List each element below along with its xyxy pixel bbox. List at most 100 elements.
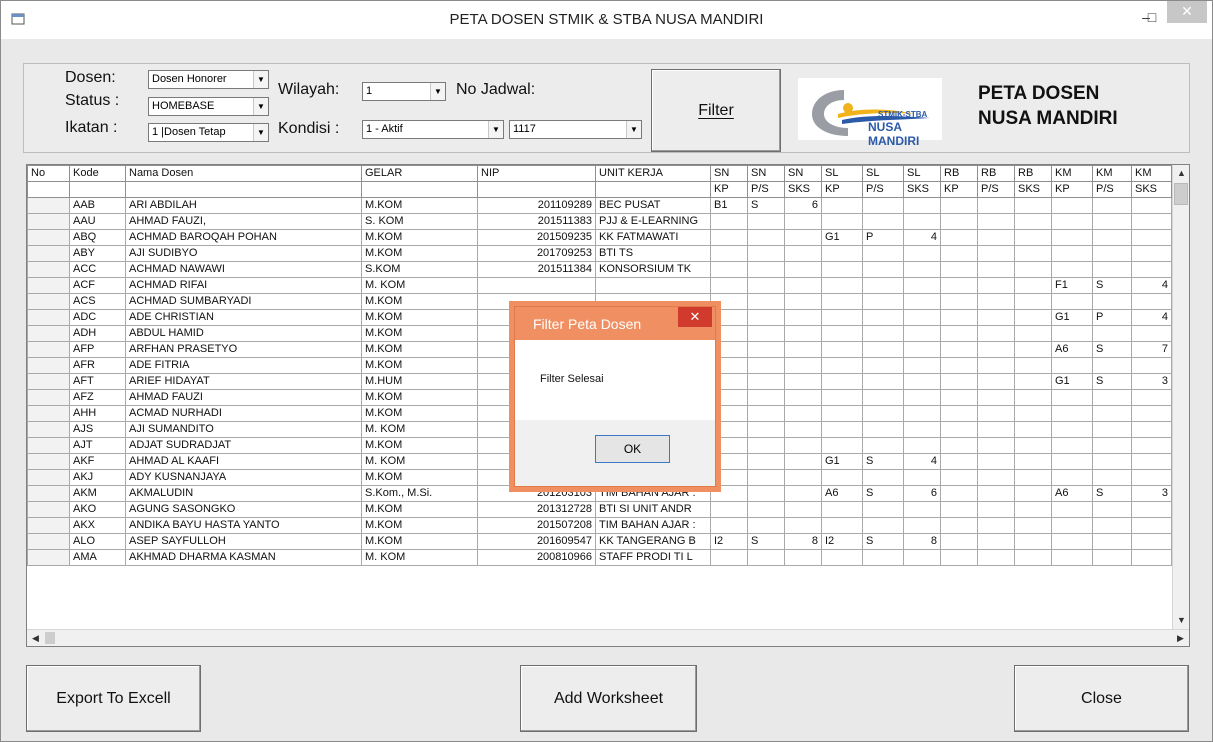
filter-button-label: Filter bbox=[698, 101, 734, 119]
table-cell: M.KOM bbox=[361, 341, 478, 358]
table-cell bbox=[1014, 437, 1052, 454]
table-cell: S.Kom., M.Si. bbox=[361, 485, 478, 502]
table-cell: AGUNG SASONGKO bbox=[125, 501, 362, 518]
table-cell bbox=[903, 277, 941, 294]
dropdown-arrow-icon[interactable]: ▼ bbox=[253, 98, 268, 115]
table-row[interactable]: AMA AKHMAD DHARMA KASMAN M. KOM 200810966 ST… bbox=[27, 549, 1172, 566]
filter-button[interactable]: Filter bbox=[651, 69, 781, 152]
column-header: Nama Dosen bbox=[125, 165, 362, 182]
table-row[interactable]: ACF ACHMAD RIFAI M. KOM F1 S 4 bbox=[27, 277, 1172, 294]
table-cell bbox=[903, 245, 941, 262]
table-cell bbox=[747, 293, 785, 310]
table-cell bbox=[940, 325, 978, 342]
table-cell bbox=[710, 245, 748, 262]
close-button[interactable]: Close bbox=[1014, 665, 1189, 732]
table-cell: AHMAD FAUZI bbox=[125, 389, 362, 406]
dosen-combo[interactable]: Dosen Honorer ▼ bbox=[148, 70, 269, 89]
column-header: GELAR bbox=[361, 165, 478, 182]
table-cell bbox=[784, 309, 822, 326]
table-cell bbox=[903, 213, 941, 230]
table-row[interactable]: AKO AGUNG SASONGKO M.KOM 201312728 BTI SI UN… bbox=[27, 501, 1172, 518]
table-cell: S bbox=[862, 453, 904, 470]
table-cell bbox=[940, 533, 978, 550]
ikatan-combo[interactable]: 1 |Dosen Tetap ▼ bbox=[148, 123, 269, 142]
table-cell bbox=[862, 341, 904, 358]
table-cell bbox=[1092, 245, 1132, 262]
export-to-excel-button[interactable]: Export To Excell bbox=[26, 665, 201, 732]
table-row[interactable]: AKX ANDIKA BAYU HASTA YANTO M.KOM 201507208… bbox=[27, 517, 1172, 534]
table-cell bbox=[862, 389, 904, 406]
table-cell bbox=[1092, 213, 1132, 230]
table-cell: ARIEF HIDAYAT bbox=[125, 373, 362, 390]
table-cell bbox=[862, 469, 904, 486]
table-cell bbox=[1051, 549, 1093, 566]
table-subheader-row[interactable]: KP P/S SKS KP P/S SKS KP P/S SKS KP P/S SKS bbox=[27, 181, 1172, 198]
brand-title: PETA DOSEN NUSA MANDIRI bbox=[978, 81, 1118, 131]
add-worksheet-button[interactable]: Add Worksheet bbox=[520, 665, 697, 732]
table-cell bbox=[862, 357, 904, 374]
vertical-scrollbar[interactable]: ▲ ▼ bbox=[1172, 165, 1189, 631]
dropdown-arrow-icon[interactable]: ▼ bbox=[253, 124, 268, 141]
table-cell bbox=[27, 229, 70, 246]
table-row[interactable]: ABY AJI SUDIBYO M.KOM 201709253 BTI TS bbox=[27, 245, 1172, 262]
table-row[interactable]: ACC ACHMAD NAWAWI S.KOM 201511384 KONSORSIUM… bbox=[27, 261, 1172, 278]
table-cell bbox=[977, 405, 1015, 422]
wilayah-combo[interactable]: 1 ▼ bbox=[362, 82, 446, 101]
status-combo[interactable]: HOMEBASE ▼ bbox=[148, 97, 269, 116]
table-cell bbox=[821, 213, 863, 230]
table-cell bbox=[1014, 293, 1052, 310]
table-cell bbox=[747, 277, 785, 294]
dropdown-arrow-icon[interactable]: ▼ bbox=[253, 71, 268, 88]
table-header-row[interactable]: No Kode Nama Dosen GELAR NIP UNIT KERJA SN SN SN… bbox=[27, 165, 1172, 182]
table-cell bbox=[862, 197, 904, 214]
table-cell bbox=[784, 245, 822, 262]
table-row[interactable]: ALO ASEP SAYFULLOH M.KOM 201609547 KK TANGER… bbox=[27, 533, 1172, 550]
table-cell bbox=[747, 309, 785, 326]
horizontal-scrollbar[interactable]: ◀ ▶ bbox=[27, 629, 1189, 646]
table-cell bbox=[1051, 245, 1093, 262]
scroll-down-icon[interactable]: ▼ bbox=[1174, 613, 1189, 628]
dialog-ok-button[interactable]: OK bbox=[595, 435, 670, 463]
table-cell bbox=[747, 373, 785, 390]
table-cell bbox=[1014, 485, 1052, 502]
table-cell: S bbox=[1092, 277, 1132, 294]
table-cell bbox=[940, 501, 978, 518]
table-cell bbox=[977, 533, 1015, 550]
table-row[interactable]: AAU AHMAD FAUZI, S. KOM 201511383 PJJ & E-LE… bbox=[27, 213, 1172, 230]
table-cell bbox=[1092, 357, 1132, 374]
table-cell bbox=[1131, 229, 1172, 246]
kondisi-combo[interactable]: 1 - Aktif ▼ bbox=[362, 120, 504, 139]
table-row[interactable]: AAB ARI ABDILAH M.KOM 201109289 BEC PUSAT B1 S… bbox=[27, 197, 1172, 214]
table-cell bbox=[27, 357, 70, 374]
dropdown-arrow-icon[interactable]: ▼ bbox=[488, 121, 503, 138]
table-cell: AFP bbox=[69, 341, 126, 358]
window-close-button[interactable]: ✕ bbox=[1167, 1, 1207, 23]
column-header: SL bbox=[903, 165, 941, 182]
vertical-scroll-thumb[interactable] bbox=[1174, 183, 1188, 205]
dialog-title-bar[interactable]: Filter Peta Dosen ✕ bbox=[515, 307, 715, 340]
table-row[interactable]: ABQ ACHMAD BAROQAH POHAN M.KOM 201509235 KK … bbox=[27, 229, 1172, 246]
table-row[interactable]: AKM AKMALUDIN S.Kom., M.Si. 201203103 TIM BA… bbox=[27, 485, 1172, 502]
column-header: P/S bbox=[862, 181, 904, 198]
table-cell: M.KOM bbox=[361, 309, 478, 326]
table-cell: ADJAT SUDRADJAT bbox=[125, 437, 362, 454]
maximize-button[interactable]: □ bbox=[1137, 7, 1167, 29]
dialog-close-icon[interactable]: ✕ bbox=[678, 307, 712, 327]
close-button-label: Close bbox=[1081, 689, 1122, 707]
scroll-right-icon[interactable]: ▶ bbox=[1173, 631, 1188, 646]
title-bar[interactable]: PETA DOSEN STMIK & STBA NUSA MANDIRI – □… bbox=[1, 1, 1212, 39]
table-cell: AFT bbox=[69, 373, 126, 390]
dropdown-arrow-icon[interactable]: ▼ bbox=[430, 83, 445, 100]
table-cell bbox=[710, 293, 748, 310]
table-cell bbox=[784, 229, 822, 246]
table-cell bbox=[710, 501, 748, 518]
table-cell bbox=[747, 517, 785, 534]
scroll-left-icon[interactable]: ◀ bbox=[28, 631, 43, 646]
table-cell: 6 bbox=[903, 485, 941, 502]
table-cell bbox=[862, 245, 904, 262]
dropdown-arrow-icon[interactable]: ▼ bbox=[626, 121, 641, 138]
nojadwal-combo[interactable]: 1117 ▼ bbox=[509, 120, 642, 139]
scroll-up-icon[interactable]: ▲ bbox=[1174, 166, 1189, 181]
horizontal-scroll-thumb[interactable] bbox=[45, 632, 55, 644]
table-cell bbox=[27, 389, 70, 406]
